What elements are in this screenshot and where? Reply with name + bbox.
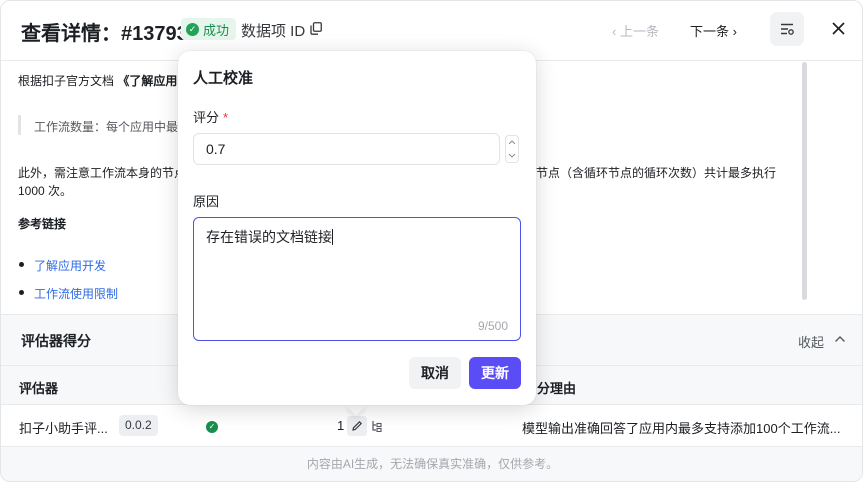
bullet-dot — [19, 262, 24, 267]
collapse-button[interactable]: 收起 — [798, 332, 824, 351]
doc-line-4: 1000 次。 — [18, 184, 73, 198]
text-caret — [332, 229, 333, 245]
detail-window: 查看详情：#13793 ✓ 成功 数据项 ID ‹ 上一条 下一条 › 根据扣子… — [0, 0, 863, 482]
chevron-left-icon: ‹ — [612, 24, 620, 39]
reference-link-app-dev[interactable]: 了解应用开发 — [34, 257, 106, 274]
doc-line-3b: 节点（含循环节点的循环次数）共计最多执行 — [536, 166, 777, 180]
trace-icon[interactable] — [371, 420, 383, 432]
blockquote-text: 工作流数量：每个应用中最 — [34, 120, 179, 134]
page-title: 查看详情：#13793 — [21, 23, 188, 45]
evaluation-reason: 模型输出准确回答了应用内最多支持添加100个工作流... — [522, 421, 841, 436]
item-id-label: 数据项 ID — [241, 23, 306, 40]
evaluator-section-title: 评估器得分 — [21, 333, 91, 349]
edit-score-button[interactable] — [347, 416, 367, 436]
reason-label: 原因 — [193, 194, 220, 209]
evaluator-name: 扣子小助手评... — [19, 421, 108, 436]
blockquote-bar — [18, 115, 21, 135]
panel-settings-icon — [781, 23, 794, 35]
chevron-up-icon[interactable] — [834, 333, 846, 345]
prev-item-button[interactable]: ‹ 上一条 — [612, 21, 659, 40]
pencil-icon — [352, 420, 363, 431]
check-circle-icon: ✓ — [186, 22, 199, 36]
success-check-icon: ✓ — [206, 421, 218, 433]
score-label: 评分 * — [193, 110, 229, 125]
bullet-dot — [19, 290, 24, 295]
reason-textarea[interactable]: 存在错误的文档链接 9/500 — [193, 217, 521, 341]
popover-title: 人工校准 — [193, 70, 254, 87]
reason-text: 存在错误的文档链接 — [206, 229, 333, 245]
required-mark: * — [223, 110, 229, 125]
close-icon — [831, 21, 845, 35]
manual-calibration-popover: 人工校准 评分* 原因 存在错误的文档链接 9/500 取消 更新 — [178, 51, 536, 405]
next-item-button[interactable]: 下一条 › — [690, 21, 737, 40]
panel-toggle-button[interactable] — [770, 12, 804, 46]
column-evaluator: 评估器 — [19, 381, 59, 396]
reference-heading: 参考链接 — [18, 217, 67, 231]
score-input[interactable] — [193, 133, 500, 165]
cancel-button[interactable]: 取消 — [409, 357, 461, 389]
version-tag: 0.0.2 — [119, 415, 158, 436]
doc-line-1: 根据扣子官方文档 《了解应用 — [18, 74, 178, 88]
doc-scrollbar[interactable] — [802, 62, 807, 300]
column-reason: 分理由 — [537, 381, 577, 396]
table-row[interactable]: 扣子小助手评... 0.0.2 ✓ 1 模型输出准确回答了应用内最多支持添加10… — [1, 405, 862, 447]
status-badge-label: 成功 — [203, 22, 230, 38]
chevron-right-icon: › — [729, 24, 737, 39]
update-button[interactable]: 更新 — [469, 357, 521, 389]
char-counter: 9/500 — [477, 319, 508, 333]
status-badge: ✓ 成功 — [181, 18, 237, 40]
reference-link-workflow-limits[interactable]: 工作流使用限制 — [34, 285, 118, 302]
doc-line-3a: 此外，需注意工作流本身的节点 — [18, 166, 187, 180]
close-button[interactable] — [828, 18, 848, 38]
copy-icon[interactable] — [310, 22, 322, 35]
score-stepper[interactable] — [505, 135, 519, 163]
stepper-up-icon[interactable] — [508, 140, 516, 145]
ai-disclaimer: 内容由AI生成，无法确保真实准确，仅供参考。 — [306, 457, 559, 471]
score-value: 1 — [337, 418, 345, 433]
stepper-down-icon[interactable] — [508, 153, 516, 158]
